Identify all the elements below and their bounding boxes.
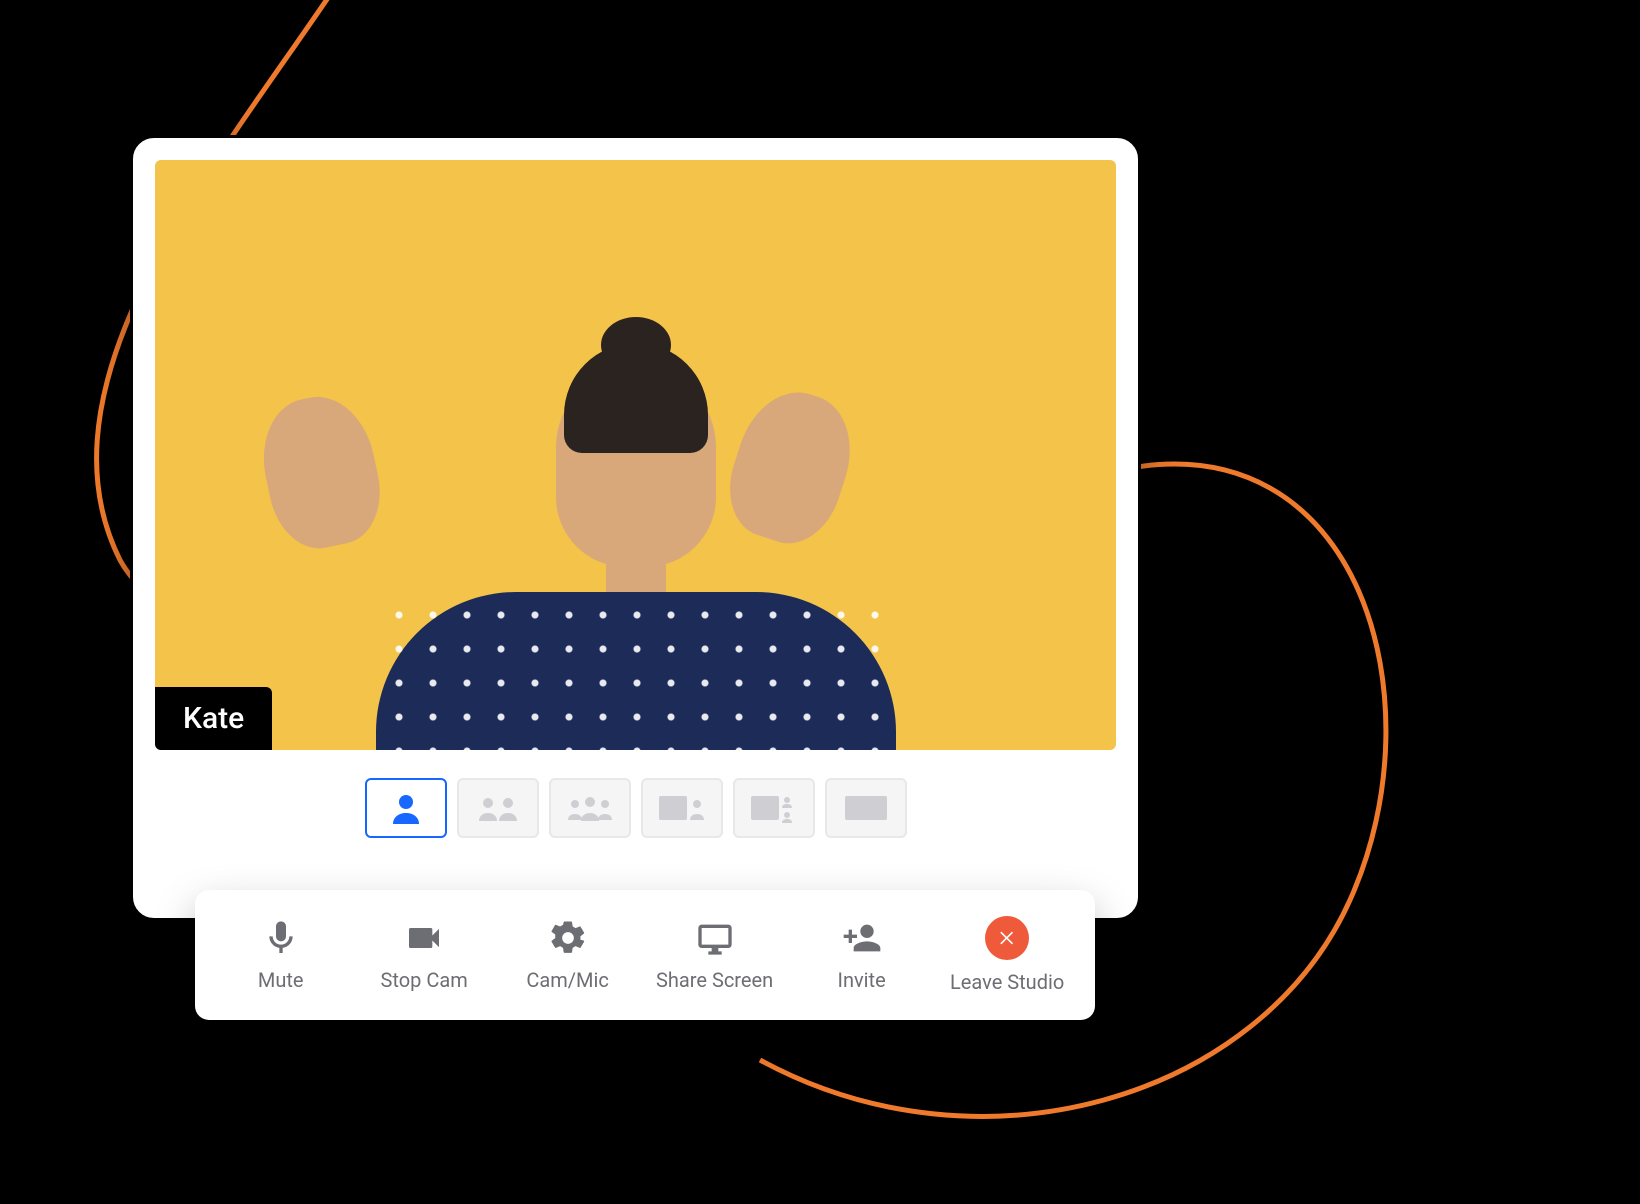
layout-content-two[interactable] bbox=[733, 778, 815, 838]
studio-window: Kate bbox=[130, 135, 1141, 921]
layout-picker bbox=[133, 778, 1138, 838]
studio-toolbar: Mute Stop Cam Cam/Mic Share Screen Invit… bbox=[195, 890, 1095, 1020]
close-icon bbox=[985, 916, 1029, 960]
screen-icon bbox=[695, 918, 735, 958]
cam-mic-label: Cam/Mic bbox=[526, 968, 608, 992]
leave-label: Leave Studio bbox=[950, 970, 1064, 994]
mute-label: Mute bbox=[258, 968, 304, 992]
mute-button[interactable]: Mute bbox=[226, 918, 336, 992]
invite-label: Invite bbox=[838, 968, 886, 992]
share-screen-label: Share Screen bbox=[656, 968, 773, 992]
gear-icon bbox=[548, 918, 588, 958]
share-screen-button[interactable]: Share Screen bbox=[656, 918, 773, 992]
two-people-icon bbox=[471, 788, 525, 828]
add-person-icon bbox=[842, 918, 882, 958]
camera-icon bbox=[404, 918, 444, 958]
leave-studio-button[interactable]: Leave Studio bbox=[950, 916, 1064, 994]
screen-full-icon bbox=[839, 788, 893, 828]
layout-three-up[interactable] bbox=[549, 778, 631, 838]
layout-content-full[interactable] bbox=[825, 778, 907, 838]
screen-plus-two-icon bbox=[747, 788, 801, 828]
layout-content-one[interactable] bbox=[641, 778, 723, 838]
mic-icon bbox=[261, 918, 301, 958]
invite-button[interactable]: Invite bbox=[807, 918, 917, 992]
layout-solo[interactable] bbox=[365, 778, 447, 838]
cam-mic-settings-button[interactable]: Cam/Mic bbox=[513, 918, 623, 992]
participant-name: Kate bbox=[183, 701, 244, 736]
stop-cam-label: Stop Cam bbox=[381, 968, 468, 992]
participant-figure bbox=[556, 367, 716, 567]
participant-name-tag: Kate bbox=[155, 687, 272, 750]
three-people-icon bbox=[563, 788, 617, 828]
person-icon bbox=[379, 788, 433, 828]
video-tile: Kate bbox=[155, 160, 1116, 750]
screen-plus-one-icon bbox=[655, 788, 709, 828]
stop-cam-button[interactable]: Stop Cam bbox=[369, 918, 479, 992]
layout-two-up[interactable] bbox=[457, 778, 539, 838]
